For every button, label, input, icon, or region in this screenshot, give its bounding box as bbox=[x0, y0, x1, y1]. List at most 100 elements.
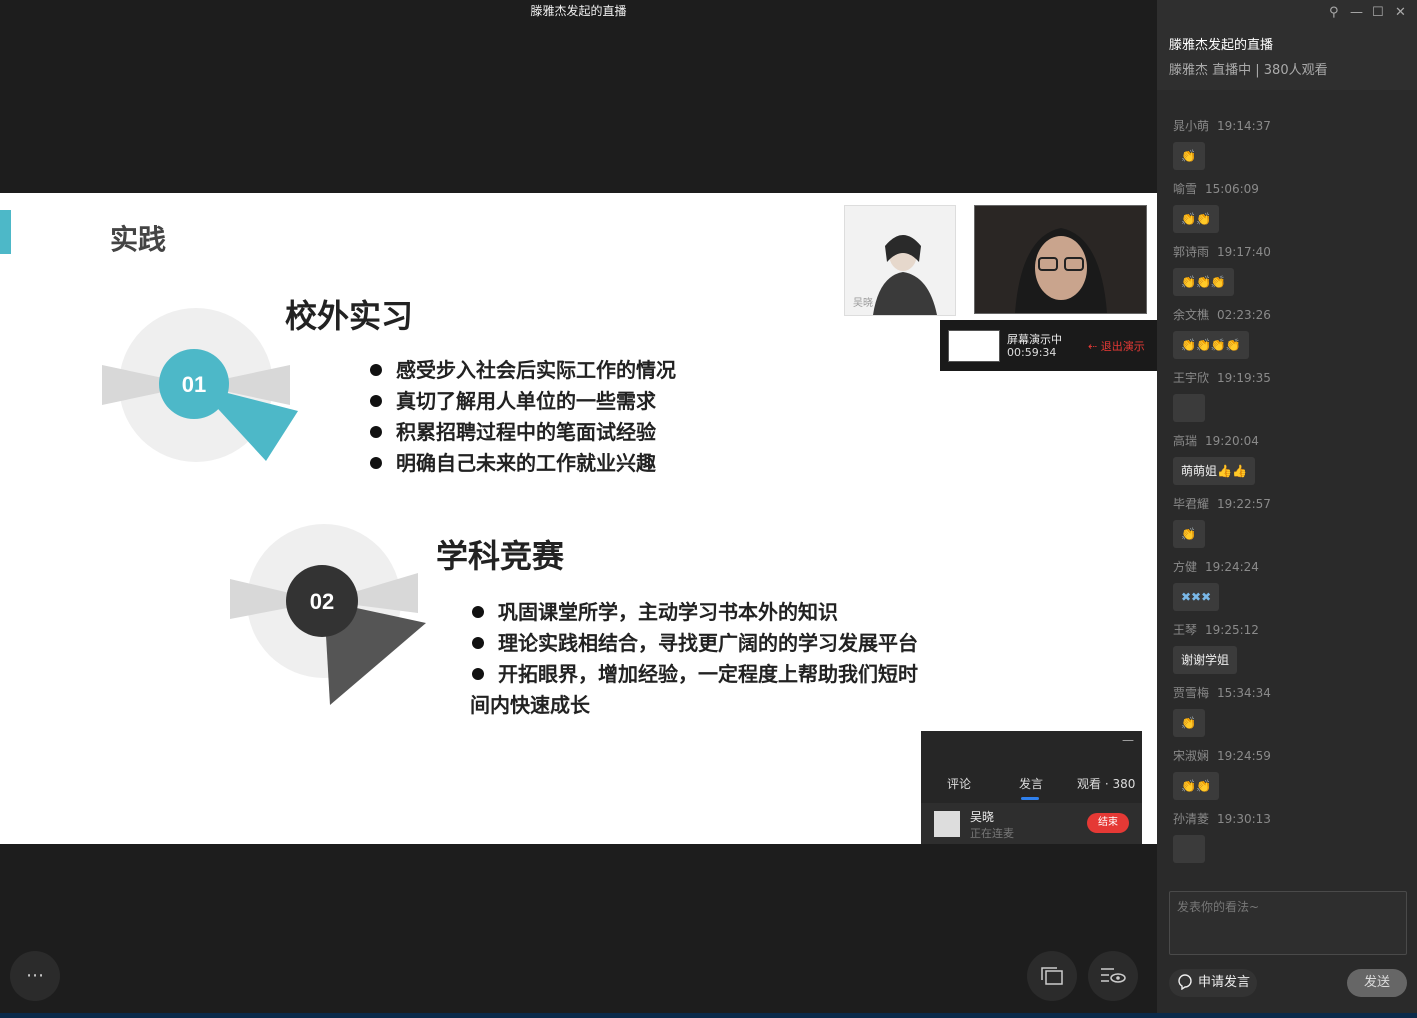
sidebar-header: ⚲ — ☐ ✕ 滕雅杰发起的直播 滕雅杰 直播中 | 380人观看 bbox=[1157, 0, 1417, 90]
section1-number: 01 bbox=[182, 372, 206, 397]
bullet-item: 理论实践相结合，寻找更广阔的的学习发展平台 bbox=[472, 628, 918, 659]
message-bubble: ✖✖✖ bbox=[1173, 583, 1220, 611]
message-bubble: 👏👏 bbox=[1173, 205, 1219, 233]
screen-share-status: 屏幕演示中 00:59:34 ⇠ 退出演示 bbox=[940, 320, 1157, 371]
message-bubble: 萌萌姐👍👍 bbox=[1173, 457, 1255, 485]
chat-message: 毕君耀 19:22:57 👏 bbox=[1173, 495, 1271, 548]
chat-message: 高瑞 19:20:04 萌萌姐👍👍 bbox=[1173, 432, 1259, 485]
message-time: 19:24:24 bbox=[1205, 560, 1259, 574]
message-user: 喻雪 bbox=[1173, 182, 1198, 196]
camera-name-label: 吴晓 bbox=[853, 298, 873, 309]
message-user: 方健 bbox=[1173, 560, 1198, 574]
message-bubble: 👏 bbox=[1173, 709, 1205, 737]
more-options-button[interactable]: ⋯ bbox=[10, 951, 60, 1001]
message-user: 高瑞 bbox=[1173, 434, 1198, 448]
tab-viewers[interactable]: 观看 · 380 bbox=[1077, 775, 1135, 792]
apply-speak-label: 申请发言 bbox=[1198, 975, 1251, 990]
camera-feed-host[interactable] bbox=[974, 205, 1147, 314]
section1-bullets: 感受步入社会后实际工作的情况 真切了解用人单位的一些需求 积累招聘过程中的笔面试… bbox=[370, 355, 676, 479]
message-bubble: 👏👏👏👏 bbox=[1173, 331, 1249, 359]
message-bubble: 👏 bbox=[1173, 520, 1205, 548]
live-main-area: 滕雅杰发起的直播 实践 01 校外实习 感受步入社会后实际工作的情况 真切了解用… bbox=[0, 0, 1157, 1018]
message-time: 19:20:04 bbox=[1205, 434, 1259, 448]
section2-number: 02 bbox=[310, 589, 334, 614]
os-taskbar-edge bbox=[0, 1013, 1417, 1018]
message-time: 19:19:35 bbox=[1217, 371, 1271, 385]
section1-title: 校外实习 bbox=[285, 297, 414, 335]
tab-speak[interactable]: 发言 bbox=[1019, 775, 1043, 792]
chat-message: 王琴 19:25:12 谢谢学姐 bbox=[1173, 621, 1259, 674]
screen-share-thumbnail bbox=[948, 330, 1000, 362]
maximize-window-icon[interactable]: ☐ bbox=[1372, 5, 1384, 20]
section1-graphic: 01 bbox=[102, 308, 298, 462]
message-user: 王宇欣 bbox=[1173, 371, 1210, 385]
message-time: 02:23:26 bbox=[1217, 308, 1271, 322]
message-bubble: 👏 bbox=[1173, 142, 1205, 170]
message-user: 宋淑娴 bbox=[1173, 749, 1210, 763]
bullet-item: 积累招聘过程中的笔面试经验 bbox=[370, 417, 676, 448]
section2-title: 学科竞赛 bbox=[436, 537, 565, 575]
message-user: 晁小萌 bbox=[1173, 119, 1210, 133]
chat-message: 余文樵 02:23:26 👏👏👏👏 bbox=[1173, 306, 1271, 359]
section2-bullets: 巩固课堂所学，主动学习书本外的知识 理论实践相结合，寻找更广阔的的学习发展平台 … bbox=[470, 597, 918, 721]
screen-share-button[interactable] bbox=[1027, 951, 1077, 1001]
minimize-icon[interactable]: — bbox=[1122, 733, 1134, 747]
bullet-item: 明确自己未来的工作就业兴趣 bbox=[370, 448, 676, 479]
comment-input[interactable]: 发表你的看法~ bbox=[1169, 891, 1407, 955]
chat-message: 贾雪梅 15:34:34 👏 bbox=[1173, 684, 1271, 737]
message-user: 王琴 bbox=[1173, 623, 1198, 637]
chat-message: 晁小萌 19:14:37 👏 bbox=[1173, 117, 1271, 170]
microphone-icon bbox=[1178, 974, 1192, 990]
message-user: 余文樵 bbox=[1173, 308, 1210, 322]
window-stack-icon bbox=[1041, 967, 1063, 985]
message-time: 19:30:13 bbox=[1217, 812, 1271, 826]
close-window-icon[interactable]: ✕ bbox=[1395, 5, 1406, 20]
message-user: 贾雪梅 bbox=[1173, 686, 1210, 700]
speaker-row: 吴晓 正在连麦 结束 bbox=[921, 803, 1142, 844]
message-bubble: 👏👏👏 bbox=[1173, 268, 1234, 296]
send-button[interactable]: 发送 bbox=[1347, 969, 1407, 997]
live-title: 滕雅杰发起的直播 bbox=[1169, 38, 1274, 53]
camera-feed-student[interactable]: 吴晓 bbox=[844, 205, 956, 316]
chat-message: 喻雪 15:06:09 👏👏 bbox=[1173, 180, 1259, 233]
apply-speak-button[interactable]: 申请发言 bbox=[1169, 969, 1257, 997]
message-time: 15:06:09 bbox=[1205, 182, 1259, 196]
message-user: 郭诗雨 bbox=[1173, 245, 1210, 259]
message-time: 19:24:59 bbox=[1217, 749, 1271, 763]
pin-icon[interactable]: ⚲ bbox=[1329, 5, 1339, 20]
chat-message: 宋淑娴 19:24:59 👏👏 bbox=[1173, 747, 1271, 800]
bullet-item-continued: 间内快速成长 bbox=[470, 693, 590, 717]
exit-presentation-button[interactable]: ⇠ 退出演示 bbox=[1088, 338, 1145, 354]
list-eye-icon bbox=[1101, 968, 1126, 983]
person-face-icon bbox=[975, 206, 1146, 313]
message-bubble: 谢谢学姐 bbox=[1173, 646, 1238, 674]
live-subtitle: 滕雅杰 直播中 | 380人观看 bbox=[1169, 63, 1328, 78]
bullet-item: 巩固课堂所学，主动学习书本外的知识 bbox=[472, 597, 918, 628]
slide-accent-bar bbox=[0, 210, 11, 254]
message-time: 15:34:34 bbox=[1217, 686, 1271, 700]
bullet-item: 真切了解用人单位的一些需求 bbox=[370, 386, 676, 417]
chat-message: 王宇欣 19:19:35 bbox=[1173, 369, 1271, 426]
chat-message: 方健 19:24:24 ✖✖✖ bbox=[1173, 558, 1259, 611]
bullet-item: 感受步入社会后实际工作的情况 bbox=[370, 355, 676, 386]
section2-graphic: 02 bbox=[230, 524, 426, 705]
tab-comments[interactable]: 评论 bbox=[947, 775, 971, 792]
view-settings-button[interactable] bbox=[1088, 951, 1138, 1001]
interaction-mini-panel: — 评论 发言 观看 · 380 吴晓 正在连麦 结束 bbox=[921, 731, 1142, 844]
bullet-item: 开拓眼界，增加经验，一定程度上帮助我们短时 bbox=[472, 659, 918, 690]
message-time: 19:14:37 bbox=[1217, 119, 1271, 133]
speaker-status: 正在连麦 bbox=[970, 827, 1014, 840]
active-tab-indicator bbox=[1021, 797, 1039, 800]
message-time: 19:17:40 bbox=[1217, 245, 1271, 259]
message-bubble bbox=[1173, 835, 1205, 863]
end-speaking-button[interactable]: 结束 bbox=[1087, 813, 1129, 833]
message-user: 孙清菱 bbox=[1173, 812, 1210, 826]
slide-heading: 实践 bbox=[110, 223, 167, 256]
exit-icon: ⇠ bbox=[1088, 340, 1101, 353]
message-user: 毕君耀 bbox=[1173, 497, 1210, 511]
message-bubble: 👏👏 bbox=[1173, 772, 1219, 800]
chat-sidebar: ⚲ — ☐ ✕ 滕雅杰发起的直播 滕雅杰 直播中 | 380人观看 晁小萌 19:… bbox=[1157, 0, 1417, 1018]
speaker-name: 吴晓 bbox=[970, 810, 995, 824]
message-time: 19:25:12 bbox=[1205, 623, 1259, 637]
minimize-window-icon[interactable]: — bbox=[1350, 5, 1363, 20]
